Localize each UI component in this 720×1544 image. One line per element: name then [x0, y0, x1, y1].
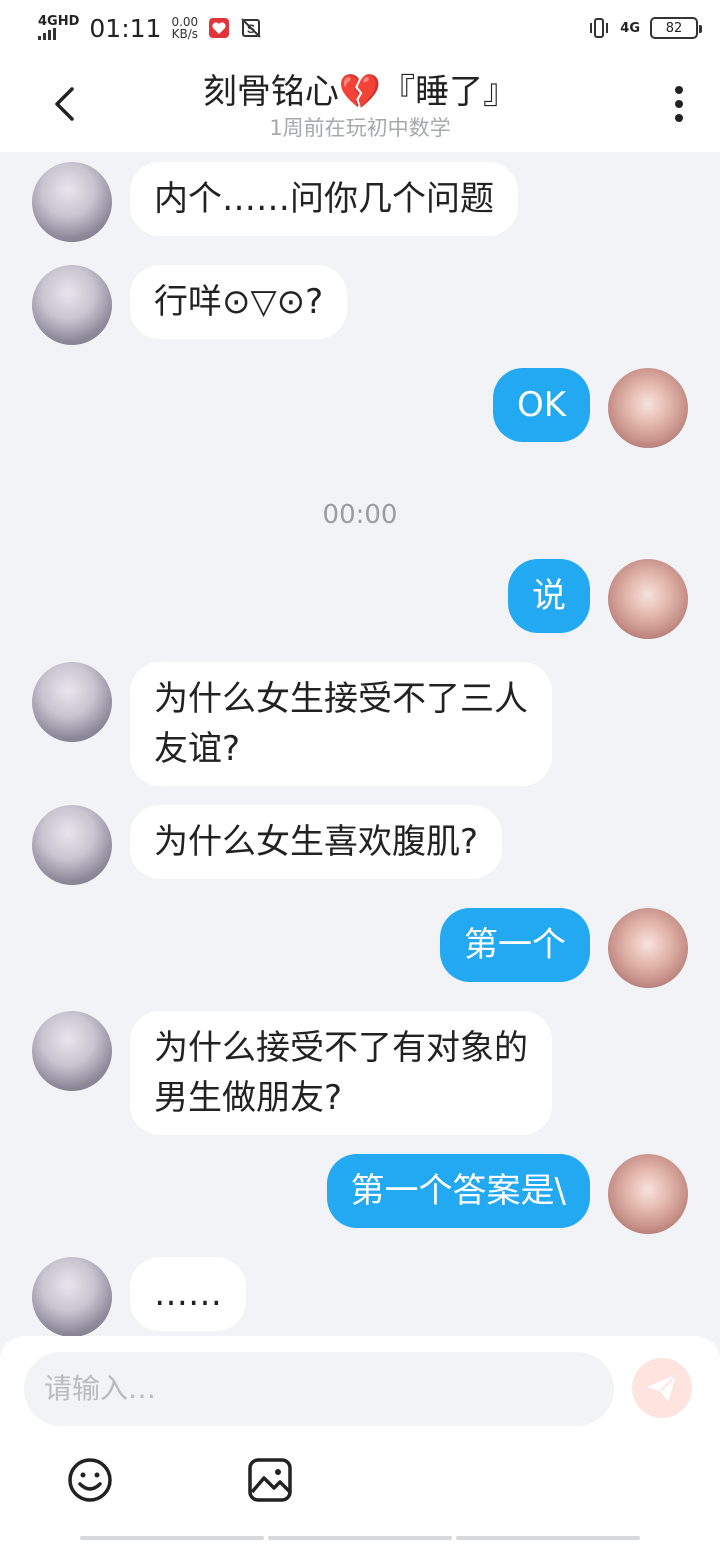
message-bubble[interactable]: 第一个答案是\: [326, 1154, 590, 1228]
mobile-network-type: 4G: [620, 20, 640, 36]
message-input[interactable]: 请输入…: [24, 1352, 614, 1426]
peer-avatar[interactable]: [32, 162, 112, 242]
message-bubble[interactable]: 为什么女生喜欢腹肌?: [130, 805, 503, 879]
message-timestamp: 00:00: [322, 500, 398, 530]
send-icon: [648, 1375, 676, 1401]
message-bubble[interactable]: 为什么女生接受不了三人 友谊?: [130, 662, 552, 786]
screenshot-notification-icon: S: [241, 18, 261, 38]
vibrate-icon: [590, 18, 609, 38]
message-bubble[interactable]: 为什么接受不了有对象的 男生做朋友?: [130, 1011, 552, 1135]
message-list[interactable]: 内个……问你几个问题 行咩⊙▽⊙? OK 00:00 说 为什么女生接受不了三人…: [0, 152, 720, 1337]
message-bubble[interactable]: OK: [492, 368, 590, 442]
message-line: 友谊?: [154, 729, 241, 769]
my-avatar[interactable]: [608, 908, 688, 988]
peer-avatar[interactable]: [32, 805, 112, 885]
peer-avatar[interactable]: [32, 662, 112, 742]
my-avatar[interactable]: [608, 559, 688, 639]
message-bubble[interactable]: ……: [130, 1257, 246, 1331]
my-avatar[interactable]: [608, 368, 688, 448]
peer-avatar[interactable]: [32, 1011, 112, 1091]
network-type: 4GHD: [38, 14, 80, 29]
message-line: 男生做朋友?: [154, 1078, 343, 1118]
home-indicator: [80, 1536, 640, 1540]
message-bubble[interactable]: 第一个: [440, 908, 590, 982]
message-bubble[interactable]: 行咩⊙▽⊙?: [130, 265, 348, 339]
clock: 01:11: [89, 13, 162, 43]
composer: 请输入…: [0, 1336, 720, 1544]
my-avatar[interactable]: [608, 1154, 688, 1234]
emoji-icon[interactable]: [66, 1456, 114, 1504]
status-right: 4G 82: [588, 17, 702, 39]
speed-unit: KB/s: [171, 27, 198, 41]
signal-bars-icon: [38, 28, 79, 40]
status-left: 4GHD 01:11 0.00 KB/s S: [38, 14, 262, 43]
contact-status: 1周前在玩初中数学: [269, 116, 451, 140]
peer-avatar[interactable]: [32, 265, 112, 345]
status-bar: 4GHD 01:11 0.00 KB/s S 4G 82: [0, 0, 720, 56]
battery-indicator: 82: [650, 17, 702, 39]
peer-avatar[interactable]: [32, 1257, 112, 1337]
contact-name: 刻骨铭心💔『睡了』: [202, 72, 518, 112]
network-speed: 0.00 KB/s: [171, 16, 198, 40]
app-notification-icon: [209, 18, 230, 38]
chat-header: 刻骨铭心💔『睡了』 1周前在玩初中数学: [0, 56, 720, 152]
more-button[interactable]: [664, 82, 694, 126]
more-icon: [675, 86, 683, 122]
message-line: 为什么接受不了有对象的: [154, 1028, 528, 1068]
message-line: 为什么女生接受不了三人: [154, 679, 528, 719]
battery-level: 82: [665, 20, 683, 36]
message-bubble[interactable]: 内个……问你几个问题: [130, 162, 518, 236]
signal-indicator: 4GHD: [38, 14, 80, 40]
image-icon[interactable]: [246, 1456, 294, 1504]
message-bubble[interactable]: 说: [508, 559, 590, 633]
send-button[interactable]: [632, 1358, 692, 1418]
